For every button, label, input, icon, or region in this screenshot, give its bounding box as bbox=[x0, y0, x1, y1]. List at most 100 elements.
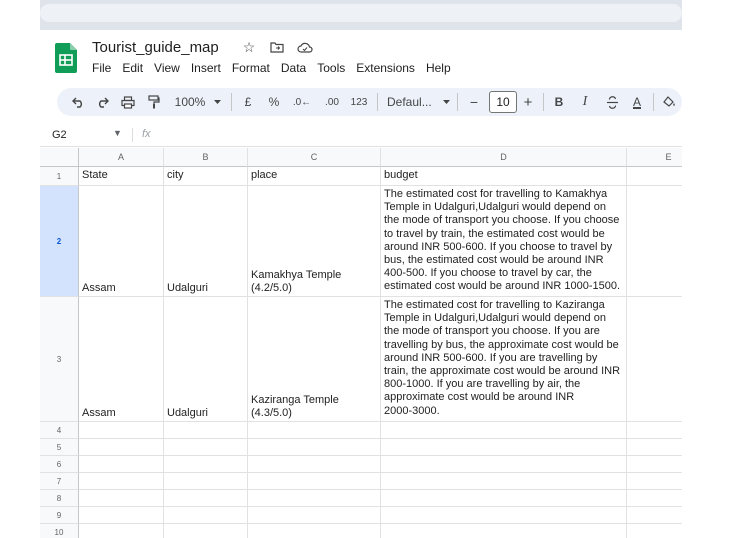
cell-c2[interactable]: Kamakhya Temple (4.2/5.0) bbox=[248, 186, 381, 297]
cell-c10[interactable] bbox=[248, 524, 381, 538]
address-bar[interactable] bbox=[40, 4, 682, 22]
cell-d4[interactable] bbox=[381, 422, 627, 439]
row-header-3[interactable]: 3 bbox=[40, 297, 79, 422]
font-size-input[interactable]: 10 bbox=[489, 91, 517, 113]
column-header-a[interactable]: A bbox=[79, 148, 164, 167]
menu-insert[interactable]: Insert bbox=[191, 61, 221, 75]
row-header-10[interactable]: 10 bbox=[40, 524, 79, 538]
increase-decimal-button[interactable]: .00 bbox=[321, 92, 343, 112]
number-format-button[interactable]: 123 bbox=[348, 92, 370, 112]
cell-d9[interactable] bbox=[381, 507, 627, 524]
cell-d8[interactable] bbox=[381, 490, 627, 507]
cell-a2[interactable]: Assam bbox=[79, 186, 164, 297]
cloud-status-icon[interactable] bbox=[296, 38, 314, 56]
cell-d7[interactable] bbox=[381, 473, 627, 490]
column-header-b[interactable]: B bbox=[164, 148, 248, 167]
column-header-c[interactable]: C bbox=[248, 148, 381, 167]
cell-c4[interactable] bbox=[248, 422, 381, 439]
menu-view[interactable]: View bbox=[154, 61, 180, 75]
strikethrough-icon[interactable] bbox=[603, 92, 621, 112]
undo-icon[interactable] bbox=[69, 92, 87, 112]
star-icon[interactable]: ☆ bbox=[240, 38, 258, 56]
currency-format-button[interactable]: £ bbox=[241, 92, 255, 112]
cell-b5[interactable] bbox=[164, 439, 248, 456]
cell-d6[interactable] bbox=[381, 456, 627, 473]
cell-b1[interactable]: city bbox=[164, 167, 248, 186]
name-box[interactable]: G2 bbox=[52, 129, 67, 141]
cell-b9[interactable] bbox=[164, 507, 248, 524]
decrease-decimal-button[interactable]: .0← bbox=[291, 92, 313, 112]
cell-c1[interactable]: place bbox=[248, 167, 381, 186]
menu-edit[interactable]: Edit bbox=[122, 61, 143, 75]
chevron-down-icon[interactable] bbox=[441, 92, 451, 112]
cell-e9[interactable] bbox=[627, 507, 682, 524]
cell-a5[interactable] bbox=[79, 439, 164, 456]
menu-help[interactable]: Help bbox=[426, 61, 451, 75]
cell-a6[interactable] bbox=[79, 456, 164, 473]
cell-d2[interactable]: The estimated cost for travelling to Kam… bbox=[381, 186, 627, 297]
cell-e2[interactable] bbox=[627, 186, 682, 297]
row-header-5[interactable]: 5 bbox=[40, 439, 79, 456]
menu-tools[interactable]: Tools bbox=[317, 61, 345, 75]
cell-a9[interactable] bbox=[79, 507, 164, 524]
column-header-e[interactable]: E bbox=[627, 148, 682, 167]
print-icon[interactable] bbox=[119, 92, 137, 112]
font-family-select[interactable]: Defaul... bbox=[387, 92, 433, 112]
chevron-down-icon[interactable]: ▼ bbox=[113, 128, 122, 138]
cell-b4[interactable] bbox=[164, 422, 248, 439]
cell-c8[interactable] bbox=[248, 490, 381, 507]
cell-b8[interactable] bbox=[164, 490, 248, 507]
cell-c5[interactable] bbox=[248, 439, 381, 456]
redo-icon[interactable] bbox=[93, 92, 111, 112]
row-header-2[interactable]: 2 bbox=[40, 186, 79, 297]
increase-font-size-button[interactable]: + bbox=[521, 92, 535, 112]
cell-a3[interactable]: Assam bbox=[79, 297, 164, 422]
row-header-8[interactable]: 8 bbox=[40, 490, 79, 507]
cell-e5[interactable] bbox=[627, 439, 682, 456]
move-folder-icon[interactable] bbox=[268, 38, 286, 56]
cell-c7[interactable] bbox=[248, 473, 381, 490]
sheets-logo-icon[interactable] bbox=[55, 43, 77, 73]
cell-c6[interactable] bbox=[248, 456, 381, 473]
cell-e4[interactable] bbox=[627, 422, 682, 439]
cell-b2[interactable]: Udalguri bbox=[164, 186, 248, 297]
cell-d10[interactable] bbox=[381, 524, 627, 538]
cell-c3[interactable]: Kaziranga Temple (4.3/5.0) bbox=[248, 297, 381, 422]
cell-d1[interactable]: budget bbox=[381, 167, 627, 186]
menu-data[interactable]: Data bbox=[281, 61, 306, 75]
fill-color-icon[interactable] bbox=[661, 92, 679, 112]
cell-a4[interactable] bbox=[79, 422, 164, 439]
cell-d3[interactable]: The estimated cost for travelling to Kaz… bbox=[381, 297, 627, 422]
cell-e3[interactable] bbox=[627, 297, 682, 422]
cell-e7[interactable] bbox=[627, 473, 682, 490]
column-header-d[interactable]: D bbox=[381, 148, 627, 167]
cell-b3[interactable]: Udalguri bbox=[164, 297, 248, 422]
row-header-7[interactable]: 7 bbox=[40, 473, 79, 490]
cell-b10[interactable] bbox=[164, 524, 248, 538]
row-header-9[interactable]: 9 bbox=[40, 507, 79, 524]
cell-d5[interactable] bbox=[381, 439, 627, 456]
text-color-button[interactable]: A bbox=[629, 92, 645, 112]
cell-e10[interactable] bbox=[627, 524, 682, 538]
decrease-font-size-button[interactable]: − bbox=[467, 92, 481, 112]
cell-b6[interactable] bbox=[164, 456, 248, 473]
italic-button[interactable]: I bbox=[577, 92, 593, 112]
cell-b7[interactable] bbox=[164, 473, 248, 490]
row-header-6[interactable]: 6 bbox=[40, 456, 79, 473]
cell-a10[interactable] bbox=[79, 524, 164, 538]
paint-format-icon[interactable] bbox=[145, 92, 163, 112]
cell-a1[interactable]: State bbox=[79, 167, 164, 186]
menu-extensions[interactable]: Extensions bbox=[356, 61, 415, 75]
cell-c9[interactable] bbox=[248, 507, 381, 524]
row-header-1[interactable]: 1 bbox=[40, 167, 79, 186]
percent-format-button[interactable]: % bbox=[267, 92, 281, 112]
cell-a8[interactable] bbox=[79, 490, 164, 507]
cell-a7[interactable] bbox=[79, 473, 164, 490]
zoom-select[interactable]: 100% bbox=[171, 92, 209, 112]
document-title[interactable]: Tourist_guide_map bbox=[92, 39, 219, 56]
menu-file[interactable]: File bbox=[92, 61, 111, 75]
menu-format[interactable]: Format bbox=[232, 61, 270, 75]
cell-e8[interactable] bbox=[627, 490, 682, 507]
select-all-corner[interactable] bbox=[40, 148, 79, 167]
cell-e1[interactable] bbox=[627, 167, 682, 186]
